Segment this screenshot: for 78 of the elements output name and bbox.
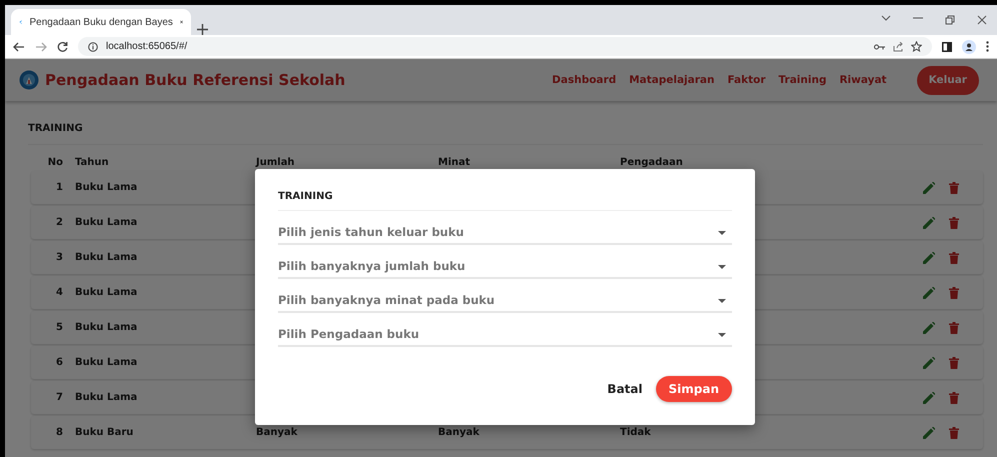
pencil-icon[interactable]	[923, 356, 935, 368]
reload-icon[interactable]	[57, 41, 68, 52]
pencil-icon[interactable]	[923, 286, 935, 298]
caret-icon[interactable]	[718, 265, 726, 269]
table-cell-text: Banyak	[438, 427, 480, 438]
column-header: Tahun	[75, 156, 110, 168]
app-title: Pengadaan Buku Referensi Sekolah	[45, 71, 346, 89]
trash-icon[interactable]	[949, 216, 959, 228]
trash-icon[interactable]	[949, 286, 959, 298]
nav-link[interactable]: Matapelajaran	[629, 74, 714, 86]
more-icon[interactable]	[986, 41, 989, 52]
dropdown-field[interactable]: Pilih Pengadaan buku	[278, 327, 732, 347]
trash-icon[interactable]	[949, 392, 959, 404]
table-cell-text: Buku Lama	[75, 392, 138, 403]
table-cell-text: 6	[55, 357, 63, 368]
trash-icon[interactable]	[949, 322, 959, 334]
cancel-button[interactable]: Batal	[605, 382, 644, 396]
nav-link[interactable]: Riwayat	[839, 74, 887, 86]
table-cell-text: 4	[55, 287, 63, 298]
nav-link[interactable]: Faktor	[727, 74, 766, 86]
caret-icon[interactable]	[718, 333, 726, 337]
table-cell-text: Buku Lama	[75, 252, 138, 263]
table-cell-text: Buku Lama	[75, 287, 138, 298]
star-icon[interactable]	[911, 41, 922, 52]
key-icon[interactable]	[874, 44, 885, 50]
caret-icon[interactable]	[718, 299, 726, 303]
address-field[interactable]: localhost:65065/#/	[106, 41, 188, 52]
nav-link[interactable]: Training	[778, 74, 826, 86]
restore-icon[interactable]	[945, 15, 955, 25]
close-icon[interactable]	[180, 18, 183, 26]
back-icon[interactable]	[13, 42, 25, 52]
column-header: Minat	[438, 156, 472, 168]
dropdown-field[interactable]: Pilih banyaknya jumlah buku	[278, 259, 732, 279]
section-heading: TRAINING	[28, 123, 983, 145]
minimize-icon[interactable]	[913, 15, 923, 21]
table-cell-text: Buku Lama	[75, 182, 138, 193]
logout-button[interactable]: Keluar	[916, 66, 979, 94]
chevron-down-icon[interactable]	[881, 15, 891, 21]
table-cell-text: Buku Lama	[75, 357, 138, 368]
trash-icon[interactable]	[949, 182, 959, 194]
table-cell-text: 2	[55, 217, 63, 228]
table-cell-text: Buku Lama	[75, 217, 138, 228]
table-cell-text: 1	[55, 182, 63, 193]
browser-tab[interactable]: Pengadaan Buku dengan Bayes	[11, 9, 191, 35]
dropdown-field[interactable]: Pilih banyaknya minat pada buku	[278, 293, 732, 313]
plus-icon[interactable]	[197, 24, 208, 35]
table-cell-text: 8	[55, 427, 63, 438]
info-icon[interactable]	[88, 42, 98, 52]
trash-icon[interactable]	[949, 356, 959, 368]
share-icon[interactable]	[893, 42, 903, 52]
pencil-icon[interactable]	[923, 216, 935, 228]
table-cell-text: Banyak	[256, 427, 298, 438]
table-cell-text: 7	[55, 392, 63, 403]
dropdown-field[interactable]: Pilih jenis tahun keluar buku	[278, 225, 732, 245]
column-header: No	[46, 156, 63, 168]
tab-title: Pengadaan Buku dengan Bayes	[29, 16, 173, 28]
column-header: Jumlah	[256, 156, 296, 168]
trash-icon[interactable]	[949, 252, 959, 264]
pencil-icon[interactable]	[923, 322, 935, 334]
pencil-icon[interactable]	[923, 182, 935, 194]
table-cell-text: Buku Baru	[75, 427, 134, 438]
pencil-icon[interactable]	[923, 392, 935, 404]
table-cell-text: Buku Lama	[75, 322, 138, 333]
table-cell-text: 5	[55, 322, 63, 333]
profile-icon[interactable]	[962, 40, 976, 54]
emblem-icon	[19, 70, 39, 90]
pencil-icon[interactable]	[923, 426, 935, 438]
column-header: Pengadaan	[620, 156, 684, 168]
save-button[interactable]: Simpan	[656, 376, 732, 402]
dialog-title: TRAINING	[278, 191, 732, 211]
trash-icon[interactable]	[949, 426, 959, 438]
close-icon[interactable]	[977, 15, 987, 25]
side-panel-icon[interactable]	[942, 42, 952, 52]
caret-icon[interactable]	[718, 231, 726, 235]
table-cell-text: Tidak	[620, 427, 652, 438]
pencil-icon[interactable]	[923, 252, 935, 264]
nav-link[interactable]: Dashboard	[552, 74, 616, 86]
table-cell-text: 3	[55, 252, 63, 263]
